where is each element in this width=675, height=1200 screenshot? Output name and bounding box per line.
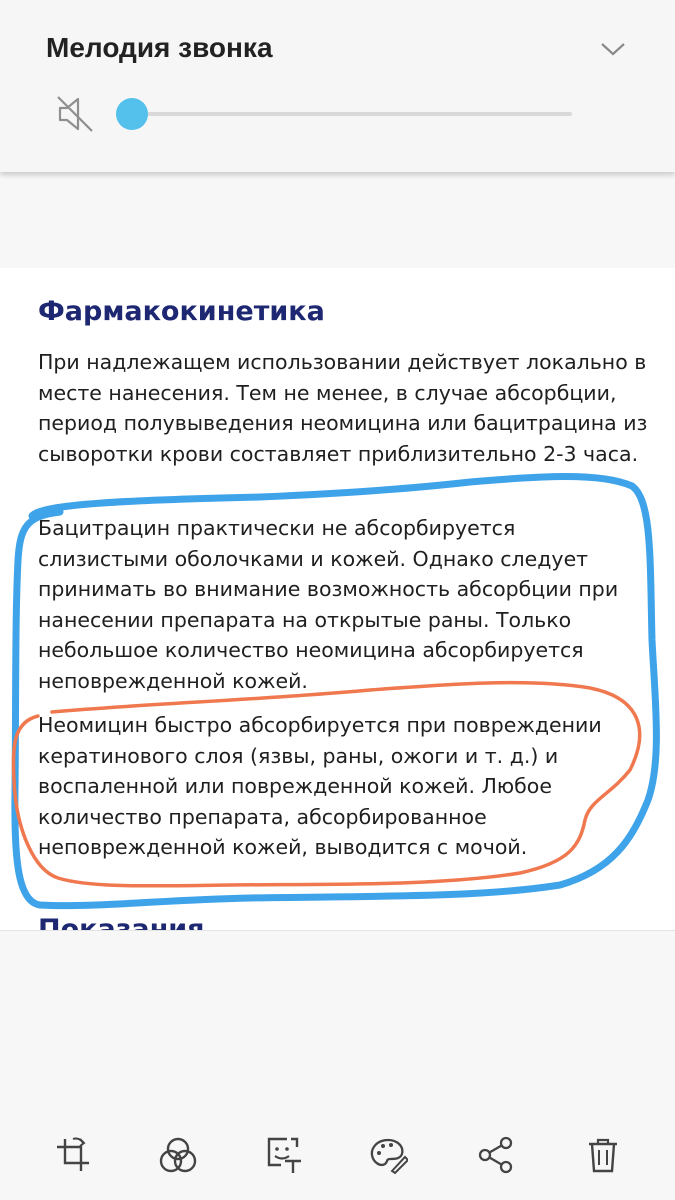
draw-palette-icon[interactable]: [365, 1132, 411, 1178]
volume-slider[interactable]: [116, 98, 572, 130]
share-icon[interactable]: [473, 1132, 519, 1178]
paragraph-2: Бацитрацин практически не абсорбируется …: [38, 516, 619, 693]
rotate-crop-icon[interactable]: [50, 1132, 96, 1178]
filter-circles-icon[interactable]: [155, 1132, 201, 1178]
volume-panel: Мелодия звонка: [0, 0, 675, 172]
section-title: Фармакокинетика: [38, 296, 325, 327]
volume-panel-title: Мелодия звонка: [46, 32, 273, 63]
sticker-text-icon[interactable]: [260, 1132, 306, 1178]
speaker-muted-icon[interactable]: [54, 93, 96, 135]
paragraph-1: При надлежащем использовании действует л…: [38, 350, 648, 466]
chevron-down-icon[interactable]: [598, 34, 628, 64]
article-sheet: Фармакокинетика При надлежащем использов…: [0, 268, 675, 931]
edit-toolbar: [0, 1110, 675, 1200]
paragraph-3: Неомицин быстро абсорбируется при повреж…: [38, 713, 602, 860]
volume-slider-thumb[interactable]: [116, 98, 148, 130]
next-section-title: Показания: [38, 914, 205, 931]
delete-icon[interactable]: [580, 1132, 626, 1178]
